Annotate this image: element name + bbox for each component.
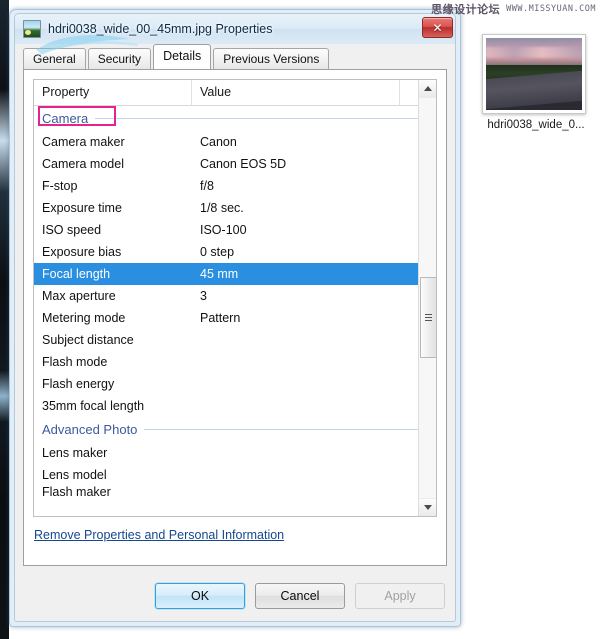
thumbnail-frame bbox=[482, 34, 586, 114]
row-property: Exposure time bbox=[34, 201, 192, 215]
scroll-down-button[interactable] bbox=[419, 498, 436, 516]
table-row[interactable]: F-stop f/8 bbox=[34, 175, 418, 197]
row-property: Flash mode bbox=[34, 355, 192, 369]
tab-strip: General Security Details Previous Versio… bbox=[15, 44, 455, 69]
property-list-column: Property Value Camera Camera maker bbox=[34, 80, 418, 516]
table-row[interactable]: Flash mode bbox=[34, 351, 418, 373]
group-divider bbox=[144, 429, 418, 430]
tab-previous-versions[interactable]: Previous Versions bbox=[213, 48, 329, 69]
properties-dialog: hdri0038_wide_00_45mm.jpg Properties ✕ G… bbox=[9, 9, 461, 627]
ok-button[interactable]: OK bbox=[155, 583, 245, 609]
table-row[interactable]: Camera maker Canon bbox=[34, 131, 418, 153]
group-label: Camera bbox=[42, 111, 95, 126]
image-file-icon bbox=[23, 20, 41, 38]
list-header: Property Value bbox=[34, 80, 418, 106]
row-property: Lens model bbox=[34, 468, 192, 482]
background-window-strip bbox=[0, 0, 9, 639]
row-property: 35mm focal length bbox=[34, 399, 192, 413]
row-property: Flash energy bbox=[34, 377, 192, 391]
table-row[interactable]: 35mm focal length bbox=[34, 395, 418, 417]
row-property: Metering mode bbox=[34, 311, 192, 325]
column-header-property[interactable]: Property bbox=[34, 80, 192, 105]
dialog-inner: hdri0038_wide_00_45mm.jpg Properties ✕ G… bbox=[14, 13, 456, 622]
group-heading-camera: Camera bbox=[34, 106, 418, 131]
row-property: ISO speed bbox=[34, 223, 192, 237]
table-row[interactable]: Exposure bias 0 step bbox=[34, 241, 418, 263]
details-panel: Property Value Camera Camera maker bbox=[23, 69, 447, 566]
row-property: Subject distance bbox=[34, 333, 192, 347]
chevron-down-icon bbox=[424, 505, 432, 510]
dialog-title: hdri0038_wide_00_45mm.jpg Properties bbox=[48, 22, 272, 36]
watermark-text-cn: 思缘设计论坛 bbox=[431, 1, 500, 17]
dialog-titlebar[interactable]: hdri0038_wide_00_45mm.jpg Properties ✕ bbox=[15, 14, 455, 44]
table-row-selected[interactable]: Focal length 45 mm bbox=[34, 263, 418, 285]
close-icon: ✕ bbox=[432, 22, 442, 34]
table-row[interactable]: Subject distance bbox=[34, 329, 418, 351]
row-value: ISO-100 bbox=[192, 223, 418, 237]
group-label: Advanced Photo bbox=[42, 422, 144, 437]
remove-properties-link[interactable]: Remove Properties and Personal Informati… bbox=[34, 528, 284, 542]
row-value: Canon EOS 5D bbox=[192, 157, 418, 171]
table-row[interactable]: Camera model Canon EOS 5D bbox=[34, 153, 418, 175]
table-row[interactable]: ISO speed ISO-100 bbox=[34, 219, 418, 241]
photo-clouds bbox=[486, 47, 582, 59]
tab-general[interactable]: General bbox=[23, 48, 86, 69]
grip-icon bbox=[425, 314, 432, 321]
thumbnail-label: hdri0038_wide_0... bbox=[482, 119, 590, 131]
table-row[interactable]: Flash maker bbox=[34, 486, 418, 497]
row-property: Focal length bbox=[34, 267, 192, 281]
group-divider bbox=[95, 118, 418, 119]
explorer-file-item[interactable]: hdri0038_wide_0... bbox=[482, 34, 590, 146]
row-value: f/8 bbox=[192, 179, 418, 193]
row-property: Exposure bias bbox=[34, 245, 192, 259]
cancel-button[interactable]: Cancel bbox=[255, 583, 345, 609]
table-row[interactable]: Flash energy bbox=[34, 373, 418, 395]
row-property: Lens maker bbox=[34, 446, 192, 460]
photo-thumbnail-image bbox=[486, 38, 582, 110]
row-property: Max aperture bbox=[34, 289, 192, 303]
dialog-button-row: OK Cancel Apply bbox=[155, 583, 445, 609]
tab-details[interactable]: Details bbox=[153, 44, 211, 69]
close-button[interactable]: ✕ bbox=[422, 17, 453, 38]
group-heading-advanced-photo: Advanced Photo bbox=[34, 417, 418, 442]
scrollbar-thumb[interactable] bbox=[420, 277, 437, 358]
apply-button: Apply bbox=[355, 583, 445, 609]
scroll-up-button[interactable] bbox=[419, 80, 436, 98]
table-row[interactable]: Lens maker bbox=[34, 442, 418, 464]
row-property: F-stop bbox=[34, 179, 192, 193]
row-property: Camera maker bbox=[34, 135, 192, 149]
row-value: 3 bbox=[192, 289, 418, 303]
table-row[interactable]: Metering mode Pattern bbox=[34, 307, 418, 329]
vertical-scrollbar[interactable] bbox=[418, 80, 436, 516]
table-row[interactable]: Lens model bbox=[34, 464, 418, 486]
row-property: Flash maker bbox=[34, 486, 192, 497]
row-value: Pattern bbox=[192, 311, 418, 325]
site-watermark: 思缘设计论坛 WWW.MISSYUAN.COM bbox=[431, 1, 596, 17]
column-header-value[interactable]: Value bbox=[192, 80, 400, 105]
tab-security[interactable]: Security bbox=[88, 48, 151, 69]
chevron-up-icon bbox=[424, 86, 432, 91]
row-value: Canon bbox=[192, 135, 418, 149]
row-property: Camera model bbox=[34, 157, 192, 171]
watermark-text-url: WWW.MISSYUAN.COM bbox=[506, 4, 596, 14]
column-header-spacer bbox=[400, 80, 418, 105]
row-value: 45 mm bbox=[192, 267, 418, 281]
table-row[interactable]: Max aperture 3 bbox=[34, 285, 418, 307]
property-list: Property Value Camera Camera maker bbox=[33, 79, 437, 517]
table-row[interactable]: Exposure time 1/8 sec. bbox=[34, 197, 418, 219]
row-value: 1/8 sec. bbox=[192, 201, 418, 215]
row-value: 0 step bbox=[192, 245, 418, 259]
